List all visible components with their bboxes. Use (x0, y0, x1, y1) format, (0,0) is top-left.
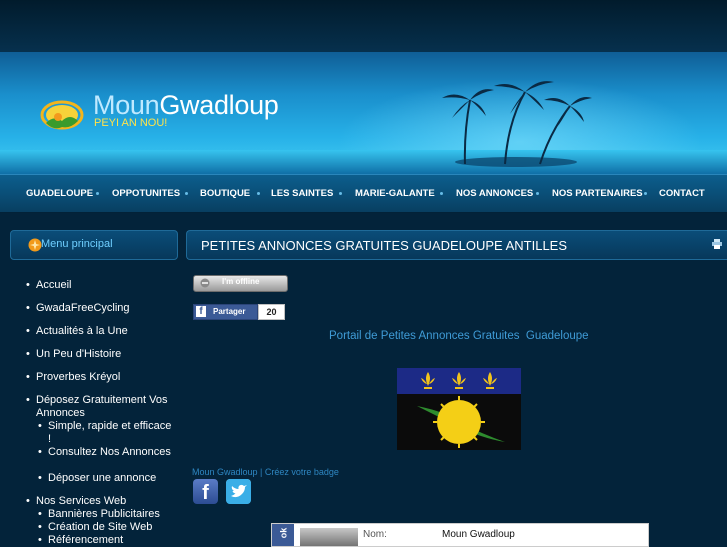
facebook-profile-badge[interactable]: ok Nom: Moun Gwadloup (271, 523, 649, 547)
profile-name-value: Moun Gwadloup (442, 529, 515, 540)
nav-separator (644, 192, 647, 195)
bullet: • (38, 508, 42, 520)
nav-item-contact[interactable]: CONTACT (659, 188, 705, 199)
sidebar-item-label: Un Peu d'Histoire (36, 348, 122, 360)
profile-side-label: ok (278, 527, 289, 539)
sidebar-subitem-deposer[interactable]: • Déposer une annonce (38, 472, 173, 485)
sidebar-item-accueil[interactable]: • Accueil (26, 279, 176, 292)
site-title-part2: Gwadloup (159, 90, 279, 120)
bullet: • (26, 325, 30, 337)
bullet: • (26, 279, 30, 291)
bullet: • (26, 371, 30, 383)
sidebar-subitem-consultez[interactable]: • Consultez Nos Annonces (38, 446, 173, 459)
nav-separator (339, 192, 342, 195)
print-icon[interactable] (712, 239, 722, 249)
sidebar-item-deposez-annonces[interactable]: • Déposez Gratuitement Vos Annonces (26, 394, 176, 420)
portal-description-link[interactable]: Portail de Petites Annonces Gratuites Gu… (329, 330, 589, 342)
bullet: • (38, 446, 42, 458)
sidebar-subitem-label: Simple, rapide et efficace ! (48, 420, 172, 445)
bullet: • (26, 394, 30, 406)
sea-background (0, 150, 727, 174)
sidebar-item-label: Déposez Gratuitement Vos Annonces (36, 394, 168, 419)
share-count: 20 (258, 304, 285, 320)
nav-separator (440, 192, 443, 195)
sidebar-item-label: Nos Services Web (36, 495, 127, 507)
offline-status-badge[interactable]: I'm offline (193, 275, 288, 292)
sidebar-item-histoire[interactable]: • Un Peu d'Histoire (26, 348, 176, 361)
site-tagline: PEYI AN NOU! (94, 117, 168, 129)
sidebar-item-proverbes[interactable]: • Proverbes Kréyol (26, 371, 176, 384)
palm-trees-illustration (442, 81, 592, 165)
bullet: • (26, 495, 30, 507)
page-title: PETITES ANNONCES GRATUITES GUADELOUPE AN… (201, 238, 568, 253)
bullet: • (38, 472, 42, 484)
profile-photo (300, 528, 358, 546)
bullet: • (38, 521, 42, 533)
facebook-share-button[interactable]: f Partager (193, 304, 258, 320)
sidebar-subitem-bannieres[interactable]: • Bannières Publicitaires (38, 508, 173, 521)
nav-separator (257, 192, 260, 195)
sidebar-item-gwadafreecycling[interactable]: • GwadaFreeCycling (26, 302, 176, 315)
sidebar-item-services-web[interactable]: • Nos Services Web (26, 495, 176, 508)
top-bar (0, 0, 727, 52)
bullet: • (26, 302, 30, 314)
profile-name-label: Nom: (363, 529, 387, 540)
twitter-icon[interactable] (226, 479, 251, 504)
sidebar-header: Menu principal (10, 230, 178, 260)
share-label: Partager (213, 307, 246, 316)
bullet: • (26, 348, 30, 360)
sidebar-subitem-label: Déposer une annonce (48, 472, 157, 484)
sidebar-subitem-creation-site[interactable]: • Création de Site Web (38, 521, 173, 534)
bullet: • (38, 420, 42, 432)
sidebar-subitem-label: Création de Site Web (48, 521, 153, 533)
facebook-icon[interactable]: f (193, 479, 218, 504)
sidebar-item-label: GwadaFreeCycling (36, 302, 130, 314)
facebook-icon: f (196, 306, 206, 317)
nav-item-les-saintes[interactable]: LES SAINTES (271, 188, 333, 199)
sun-logo-icon[interactable] (40, 97, 84, 133)
nav-item-guadeloupe[interactable]: GUADELOUPE (26, 188, 93, 199)
sidebar-subitem-label: Référencement (48, 534, 124, 546)
bullet: • (38, 534, 42, 546)
sidebar-subitem-label: Consultez Nos Annonces (48, 446, 171, 458)
site-title-part1: Moun (93, 90, 160, 120)
sidebar-item-label: Accueil (36, 279, 72, 291)
nav-separator (536, 192, 539, 195)
sidebar-item-label: Proverbes Kréyol (36, 371, 121, 383)
sidebar-subitem-referencement[interactable]: • Référencement (38, 534, 173, 547)
sidebar-title: Menu principal (41, 238, 113, 250)
guadeloupe-flag-image (397, 368, 521, 450)
nav-separator (185, 192, 188, 195)
offline-label: I'm offline (222, 277, 260, 286)
nav-item-oppotunites[interactable]: OPPOTUNITES (112, 188, 180, 199)
profile-side-tab: ok (272, 524, 294, 546)
nav-item-marie-galante[interactable]: MARIE-GALANTE (355, 188, 435, 199)
sidebar-item-label: Actualités à la Une (36, 325, 128, 337)
content-header: PETITES ANNONCES GRATUITES GUADELOUPE AN… (186, 230, 727, 260)
flower-icon (28, 238, 42, 252)
offline-icon (200, 278, 210, 288)
sidebar-subitem-label: Bannières Publicitaires (48, 508, 160, 520)
sidebar-item-actualites[interactable]: • Actualités à la Une (26, 325, 176, 338)
badge-link[interactable]: Moun Gwadloup | Créez votre badge (192, 467, 339, 477)
site-header: MounGwadloup PEYI AN NOU! (0, 52, 727, 174)
sidebar-subitem-simple[interactable]: • Simple, rapide et efficace ! (38, 420, 173, 446)
nav-item-boutique[interactable]: BOUTIQUE (200, 188, 250, 199)
nav-separator (96, 192, 99, 195)
main-navigation: GUADELOUPE OPPOTUNITES BOUTIQUE LES SAIN… (0, 174, 727, 213)
nav-item-nos-partenaires[interactable]: NOS PARTENAIRES (552, 188, 643, 199)
nav-item-nos-annonces[interactable]: NOS ANNONCES (456, 188, 533, 199)
